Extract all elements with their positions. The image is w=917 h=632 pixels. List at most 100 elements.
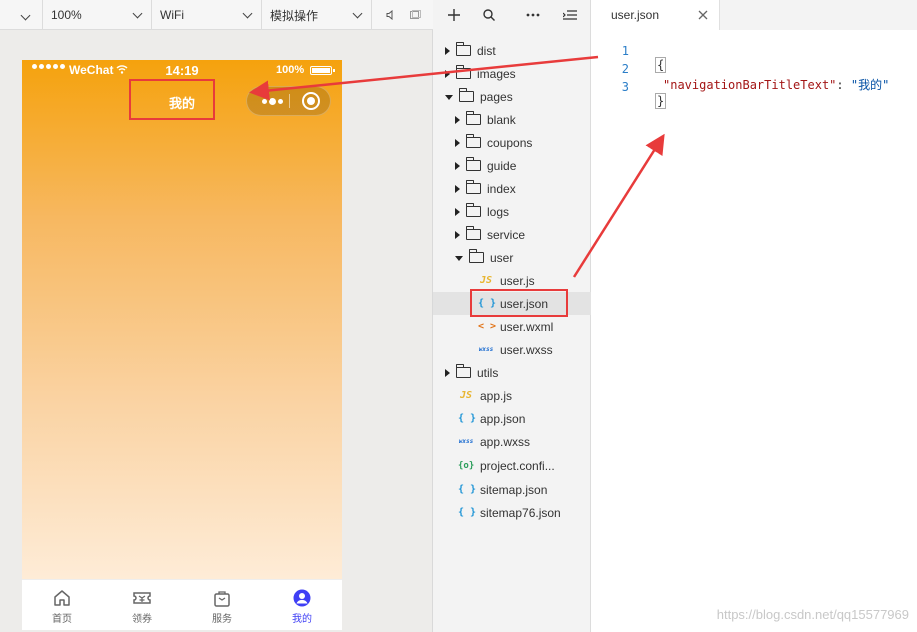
tree-label: app.json (480, 411, 526, 426)
wxss-file-icon: wxss (458, 438, 474, 445)
tree-label: dist (477, 43, 496, 58)
caret-right-icon (445, 368, 450, 377)
close-icon[interactable] (697, 9, 709, 21)
volume-icon[interactable] (380, 0, 402, 30)
js-file-icon: JS (459, 390, 473, 401)
tab-label: 首页 (52, 614, 72, 625)
tab-label: 服务 (212, 614, 232, 625)
tree-folder-dist[interactable]: dist (433, 39, 591, 62)
tree-label: user (490, 250, 514, 265)
tab-label: 领券 (132, 614, 152, 625)
tree-label: utils (477, 365, 499, 380)
battery-percent: 100% (276, 64, 305, 76)
search-icon[interactable] (479, 5, 499, 25)
tab-mine[interactable]: 我的 (262, 580, 342, 630)
zoom-value: 100% (51, 8, 82, 22)
highlight-box-nav-title (129, 79, 215, 120)
code-line[interactable]: 2 "navigationBarTitleText": "我的" (591, 48, 917, 92)
json-file-icon: { } (458, 413, 477, 424)
tree-label: logs (487, 204, 510, 219)
tree-folder-images[interactable]: images (433, 62, 591, 85)
tree-label: user.js (500, 273, 535, 288)
tab-coupons[interactable]: 领券 (102, 580, 182, 630)
tree-file-sitemap76-json[interactable]: { } sitemap76.json (433, 501, 591, 524)
user-icon (293, 589, 311, 607)
tree-folder-guide[interactable]: guide (433, 154, 591, 177)
home-icon (54, 590, 70, 606)
bag-icon (214, 591, 230, 607)
collapse-icon[interactable] (560, 5, 580, 25)
code-line[interactable]: 3 } (591, 66, 917, 109)
code-line[interactable]: 1 { (591, 30, 917, 73)
json-file-icon: { } (458, 507, 477, 518)
window-icon[interactable] (404, 0, 426, 30)
caret-down-icon (455, 256, 463, 261)
close-miniprogram-icon[interactable] (302, 92, 320, 110)
ticket-icon (133, 592, 151, 604)
more-options-icon[interactable] (523, 5, 543, 25)
tree-file-project-config[interactable]: {o} project.confi... (433, 454, 591, 477)
tab-bar: 首页 领券 服务 我的 (22, 579, 342, 630)
network-value: WiFi (160, 8, 184, 22)
folder-icon (465, 226, 481, 240)
folder-icon (465, 134, 481, 148)
tree-label: service (487, 227, 526, 242)
folder-icon (465, 111, 481, 125)
status-bar: WeChat 14:19 100% (22, 60, 342, 80)
chevron-down-icon (242, 8, 253, 19)
code-text: } (655, 93, 667, 109)
tree-file-app-json[interactable]: { } app.json (433, 407, 591, 430)
close-brace: } (655, 93, 667, 109)
config-file-icon: {o} (458, 460, 475, 471)
tree-label: index (487, 181, 516, 196)
operation-select[interactable]: 模拟操作 (262, 0, 372, 30)
tree-folder-pages[interactable]: pages (433, 85, 591, 108)
battery-icon (310, 66, 335, 75)
tree-file-user-wxss[interactable]: wxss user.wxss (433, 338, 591, 361)
tab-home[interactable]: 首页 (22, 580, 102, 630)
caret-right-icon (445, 69, 450, 78)
more-icon[interactable] (257, 87, 287, 115)
tree-folder-blank[interactable]: blank (433, 108, 591, 131)
folder-icon (465, 180, 481, 194)
folder-icon (455, 42, 471, 56)
caret-right-icon (455, 230, 460, 239)
tree-folder-user[interactable]: user (433, 246, 591, 269)
tree-label: project.confi... (480, 458, 555, 473)
simulator-panel: 100% WiFi 模拟操作 WeChat 14:19 100% 我的 首页 领… (0, 0, 433, 632)
folder-icon (455, 364, 471, 378)
device-dropdown-chevron-icon[interactable] (14, 0, 36, 30)
folder-icon (465, 203, 481, 217)
tree-file-app-wxss[interactable]: wxss app.wxss (433, 430, 591, 453)
line-number: 3 (621, 80, 629, 94)
add-icon[interactable] (444, 5, 464, 25)
tree-label: images (477, 66, 516, 81)
tree-file-app-js[interactable]: JS app.js (433, 384, 591, 407)
folder-icon (455, 65, 471, 79)
tree-file-sitemap-json[interactable]: { } sitemap.json (433, 478, 591, 501)
tree-folder-utils[interactable]: utils (433, 361, 591, 384)
caret-right-icon (455, 207, 460, 216)
json-file-icon: { } (458, 484, 477, 495)
tree-label: app.wxss (480, 434, 531, 449)
zoom-select[interactable]: 100% (42, 0, 152, 30)
tree-folder-logs[interactable]: logs (433, 200, 591, 223)
js-file-icon: JS (479, 275, 493, 286)
network-select[interactable]: WiFi (152, 0, 262, 30)
editor-tab-user-json[interactable]: user.json (591, 0, 720, 30)
tree-folder-coupons[interactable]: coupons (433, 131, 591, 154)
tree-folder-index[interactable]: index (433, 177, 591, 200)
phone-screen: WeChat 14:19 100% 我的 首页 领券 服务 我的 (22, 60, 342, 630)
highlight-box-user-json (470, 289, 568, 317)
tree-label: user.wxss (500, 342, 553, 357)
caret-right-icon (455, 138, 460, 147)
tree-file-user-wxml[interactable]: < > user.wxml (433, 315, 591, 338)
editor-tab-bar: user.json (591, 0, 917, 30)
tree-label: sitemap.json (480, 482, 548, 497)
tree-label: blank (487, 112, 516, 127)
tree-label: app.js (480, 388, 513, 403)
simulator-toolbar: 100% WiFi 模拟操作 (0, 0, 433, 30)
wxss-file-icon: wxss (478, 346, 494, 353)
tree-folder-service[interactable]: service (433, 223, 591, 246)
tab-service[interactable]: 服务 (182, 580, 262, 630)
